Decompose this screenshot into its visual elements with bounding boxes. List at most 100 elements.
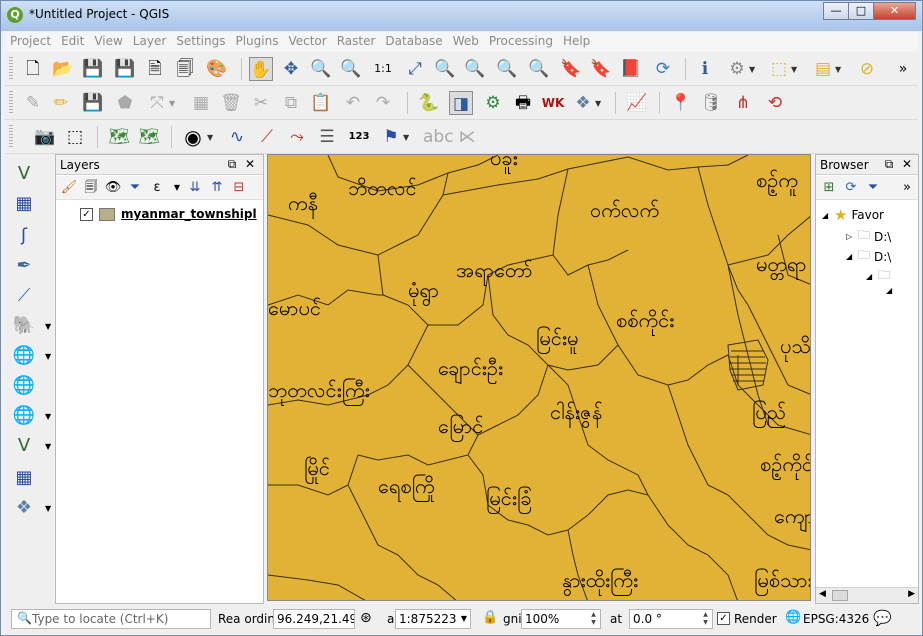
menu-layer[interactable]: Layer bbox=[128, 32, 171, 51]
toolbar-grip[interactable] bbox=[9, 91, 13, 115]
maximize-button[interactable]: □ bbox=[848, 2, 874, 20]
spin-arrows-icon[interactable]: ▲ ▼ bbox=[588, 611, 599, 627]
show-bookmarks-icon[interactable]: 🔖 bbox=[589, 57, 613, 81]
temporal-controller-icon[interactable]: 📕 bbox=[619, 57, 643, 81]
close-button[interactable]: ✕ bbox=[873, 2, 916, 20]
label-tool-icon[interactable]: abc bbox=[423, 125, 454, 149]
zoom-last-icon[interactable]: 🔍 bbox=[495, 57, 519, 81]
add-vector-layer-icon[interactable]: V bbox=[11, 162, 37, 186]
expand-arrow-icon[interactable]: ◢ bbox=[822, 211, 834, 220]
select-by-value-icon[interactable]: ▤ bbox=[811, 57, 835, 81]
style-manager-icon[interactable]: 🎨 bbox=[205, 57, 229, 81]
menu-settings[interactable]: Settings bbox=[171, 32, 230, 51]
add-postgis-layer-icon[interactable]: ʃ bbox=[11, 224, 37, 248]
add-delimited-text-icon[interactable]: ▦ bbox=[11, 466, 37, 490]
map-tips-icon[interactable]: ◨ bbox=[449, 91, 473, 115]
chevron-down-icon[interactable]: ▼ bbox=[45, 352, 51, 361]
filter-browser-icon[interactable]: ⏷ bbox=[864, 179, 882, 197]
horizontal-scrollbar[interactable]: ◀ ▶ bbox=[816, 587, 918, 603]
zoom-to-selection-icon[interactable]: 🔍 bbox=[433, 57, 457, 81]
profile-tool-icon[interactable]: 📈 bbox=[625, 91, 649, 115]
chevron-down-icon[interactable]: ▼ bbox=[791, 65, 797, 74]
circle-tool-icon[interactable]: ◉ bbox=[181, 125, 205, 149]
scrollbar-thumb[interactable] bbox=[832, 590, 848, 601]
zoom-full-icon[interactable]: ⤢ bbox=[403, 57, 427, 81]
run-feature-action-icon[interactable]: ⚙ bbox=[725, 57, 749, 81]
menu-project[interactable]: Project bbox=[5, 32, 56, 51]
select-tool-icon[interactable]: ⬚ bbox=[63, 125, 87, 149]
crs-status[interactable]: EPSG:4326 bbox=[803, 612, 869, 626]
tree-item-subfolder[interactable]: ◢ bbox=[886, 286, 898, 295]
menu-web[interactable]: Web bbox=[448, 32, 484, 51]
chevron-down-icon[interactable]: ▼ bbox=[749, 65, 755, 74]
add-raster-layer-icon[interactable]: ▦ bbox=[11, 192, 37, 216]
style-layer-icon[interactable]: 🖌 bbox=[60, 179, 78, 197]
toolbar-overflow-icon[interactable]: » bbox=[891, 57, 915, 81]
chevron-down-icon[interactable]: ▼ bbox=[169, 99, 175, 108]
minimize-button[interactable]: — bbox=[823, 2, 849, 20]
add-virtual-layer-icon[interactable]: ❖ bbox=[11, 496, 37, 520]
tree-item-favorites[interactable]: ◢ ★ Favor bbox=[822, 206, 884, 224]
modify-attributes-icon[interactable]: ▦ bbox=[189, 91, 213, 115]
expand-arrow-icon[interactable]: ◢ bbox=[866, 272, 878, 281]
node-tool-icon[interactable]: ⋉ bbox=[455, 125, 479, 149]
copy-features-icon[interactable]: ⧉ bbox=[279, 91, 303, 115]
georeferencer-icon[interactable]: 🗺 bbox=[107, 125, 131, 149]
processing-toolbox-icon[interactable]: ⚙ bbox=[481, 91, 505, 115]
chevron-down-icon[interactable]: ▼ bbox=[45, 322, 51, 331]
tree-item-drive[interactable]: ▷ 🗀 D:\ bbox=[846, 226, 891, 247]
numbering-icon[interactable]: 123 bbox=[347, 125, 371, 149]
menu-raster[interactable]: Raster bbox=[332, 32, 381, 51]
magnifier-spinbox[interactable]: 100% ▲ ▼ bbox=[521, 609, 601, 629]
new-shapefile-icon[interactable]: V bbox=[11, 434, 37, 458]
add-layer-tools-icon[interactable]: ❖ bbox=[571, 91, 595, 115]
scale-combobox[interactable]: 1:875223 ▼ bbox=[395, 609, 471, 629]
collapsed-arrow-icon[interactable]: ▷ bbox=[846, 232, 858, 241]
print-icon[interactable]: 🖶 bbox=[511, 91, 535, 115]
style-tool-icon[interactable]: ⚑ bbox=[379, 125, 403, 149]
toolbar-grip[interactable] bbox=[9, 57, 13, 81]
menu-view[interactable]: View bbox=[89, 32, 127, 51]
pan-map-icon[interactable]: ✋ bbox=[249, 57, 273, 81]
zoom-actual-size-icon[interactable]: 1:1 bbox=[371, 57, 395, 81]
layer-visibility-checkbox[interactable]: ✓ bbox=[80, 207, 93, 221]
expand-arrow-icon[interactable]: ◢ bbox=[846, 252, 858, 261]
add-wfs-layer-icon[interactable]: 🌐 bbox=[11, 344, 37, 368]
coordinate-field[interactable]: 96.249,21.494 bbox=[273, 609, 355, 629]
delete-selected-icon[interactable]: 🗑 bbox=[219, 91, 243, 115]
tree-item-drive[interactable]: ◢ 🗀 D:\ bbox=[846, 246, 891, 267]
manage-visibility-icon[interactable]: 👁 bbox=[104, 179, 122, 197]
chevron-down-icon[interactable]: ▼ bbox=[403, 133, 409, 142]
new-project-icon[interactable]: 🗋 bbox=[21, 57, 45, 81]
python-console-icon[interactable]: 🐍 bbox=[417, 91, 441, 115]
rotation-spinbox[interactable]: 0.0 ° ▲ ▼ bbox=[629, 609, 713, 629]
cut-features-icon[interactable]: ✂ bbox=[249, 91, 273, 115]
chevron-down-icon[interactable]: ▼ bbox=[45, 504, 51, 513]
db-manager-icon[interactable]: 🛢 bbox=[699, 91, 723, 115]
chevron-down-icon[interactable]: ▼ bbox=[168, 179, 186, 197]
zoom-to-layer-icon[interactable]: 🔍 bbox=[463, 57, 487, 81]
chevron-down-icon[interactable]: ▼ bbox=[461, 610, 467, 628]
topology-checker-icon[interactable]: 🗺 bbox=[137, 125, 161, 149]
refresh-icon[interactable]: ⟳ bbox=[651, 57, 675, 81]
filter-legend-icon[interactable]: ⏷ bbox=[126, 179, 144, 197]
globe-icon[interactable]: 🌐 bbox=[785, 610, 801, 625]
toggle-editing-icon[interactable]: ✏ bbox=[49, 91, 73, 115]
zoom-out-icon[interactable]: 🔍 bbox=[339, 57, 363, 81]
menu-database[interactable]: Database bbox=[380, 32, 447, 51]
filter-expression-icon[interactable]: ε bbox=[148, 179, 166, 197]
chevron-down-icon[interactable]: ▼ bbox=[835, 65, 841, 74]
layer-item[interactable]: ✓ myanmar_townshipl bbox=[80, 205, 257, 223]
render-checkbox[interactable]: ✓ bbox=[717, 612, 730, 625]
chevron-down-icon[interactable]: ▼ bbox=[595, 99, 601, 108]
line-tool-icon[interactable]: ⟋ bbox=[255, 125, 279, 149]
menu-plugins[interactable]: Plugins bbox=[230, 32, 283, 51]
zoom-in-icon[interactable]: 🔍 bbox=[309, 57, 333, 81]
wkt-icon[interactable]: WK bbox=[541, 91, 565, 115]
layout-manager-icon[interactable]: 🗐 bbox=[173, 57, 197, 81]
messages-icon[interactable]: 💬 bbox=[873, 609, 892, 627]
extents-toggle-icon[interactable]: ⊛ bbox=[360, 610, 372, 626]
graph-icon[interactable]: ⋔ bbox=[731, 91, 755, 115]
save-as-icon[interactable]: 💾 bbox=[113, 57, 137, 81]
menu-help[interactable]: Help bbox=[558, 32, 595, 51]
